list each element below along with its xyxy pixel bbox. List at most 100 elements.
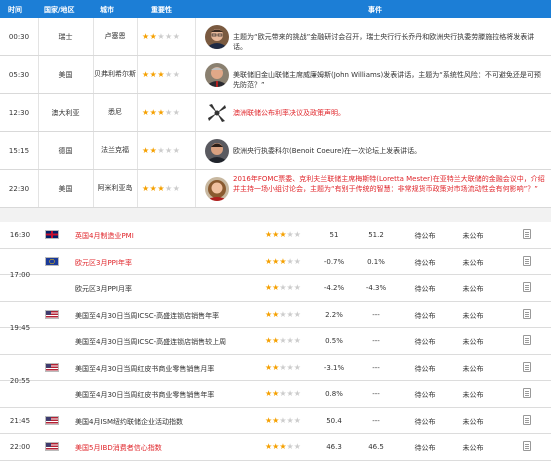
value-actual: 待公布 xyxy=(414,232,436,240)
value-previous: 51 xyxy=(329,231,339,239)
value-actual: 待公布 xyxy=(414,364,436,373)
speech-event-text[interactable]: 主题为“欧元带来的挑战”金融研讨会召开，瑞士央行行长乔丹和欧洲央行执委劳滕施拉格… xyxy=(233,32,547,52)
star-empty-icon: ★ xyxy=(279,309,287,319)
speaker-avatar xyxy=(205,139,229,163)
speech-importance: ★★★★★ xyxy=(137,132,195,169)
star-filled-icon: ★ xyxy=(157,184,166,193)
star-empty-icon: ★ xyxy=(157,146,166,155)
value-impact: 未公布 xyxy=(462,391,484,399)
star-filled-icon: ★ xyxy=(279,442,287,451)
speech-city: 卢塞恩 xyxy=(104,32,126,40)
importance-stars: ★★★★★ xyxy=(265,310,301,319)
detail-document-icon[interactable] xyxy=(523,388,531,398)
indicator-name[interactable]: 美国4月ISM纽约联储企业活动指数 xyxy=(75,417,183,427)
speech-country: 美国 xyxy=(58,70,73,79)
star-filled-icon: ★ xyxy=(142,32,150,41)
value-previous: -3.1% xyxy=(323,363,345,372)
column-divider xyxy=(195,132,196,169)
importance-stars: ★★★★★ xyxy=(265,416,301,425)
speech-event-text[interactable]: 美联储旧金山联储主席威廉姆斯(John Williams)发表讲话，主题为“系统… xyxy=(233,70,547,90)
indicator-name[interactable]: 美国至4月30日当周红皮书商业零售销售月率 xyxy=(75,364,214,374)
speech-time: 05:30 xyxy=(8,70,30,79)
indicator-name[interactable]: 欧元区3月PPI月率 xyxy=(75,284,132,294)
header-country: 国家/地区 xyxy=(44,6,75,14)
value-forecast: --- xyxy=(372,416,380,425)
speech-country: 美国 xyxy=(58,184,73,193)
value-forecast: --- xyxy=(372,363,380,372)
value-impact: 未公布 xyxy=(462,444,484,452)
value-actual: 待公布 xyxy=(414,391,436,399)
indicator-name[interactable]: 美国至4月30日当周ICSC-高盛连锁店销售较上周 xyxy=(75,337,226,347)
value-actual: 待公布 xyxy=(414,285,436,293)
header-time: 时间 xyxy=(8,6,22,14)
star-empty-icon: ★ xyxy=(157,32,166,41)
value-previous: -0.7% xyxy=(323,257,345,266)
speech-importance: ★★★★★ xyxy=(137,170,195,207)
star-empty-icon: ★ xyxy=(279,362,287,372)
speech-row: 05:30 美国 贝弗利希尔斯 ★★★★★ 美联储旧金山联储主席威廉姆斯(John Wi… xyxy=(0,56,551,94)
speech-event-text[interactable]: 2016年FOMC票委、克利夫兰联储主席梅斯特(Loretta Mester)在… xyxy=(233,174,547,194)
star-empty-icon: ★ xyxy=(286,389,294,398)
detail-document-icon[interactable] xyxy=(523,414,531,425)
detail-document-icon[interactable] xyxy=(523,229,531,239)
data-row: 19:45 美国至4月30日当周ICSC-高盛连锁店销售年率 ★★★★★ 2.2% --… xyxy=(0,302,551,332)
star-empty-icon: ★ xyxy=(165,108,173,117)
speech-row: 22:30 美国 阿米利亚岛 ★★★★★ 2016年FOMC票委、克利夫兰联储主席梅斯特… xyxy=(0,170,551,208)
value-impact: 未公布 xyxy=(462,338,484,346)
detail-document-icon[interactable] xyxy=(523,282,531,292)
star-empty-icon: ★ xyxy=(286,362,294,372)
column-divider xyxy=(195,18,196,55)
star-empty-icon: ★ xyxy=(172,32,181,41)
indicator-name[interactable]: 美国至4月30日当周红皮书商业零售销售年率 xyxy=(75,390,214,400)
importance-stars: ★★★★★ xyxy=(265,230,301,239)
header-importance: 重要性 xyxy=(151,6,172,14)
value-previous: 50.4 xyxy=(326,416,342,425)
star-empty-icon: ★ xyxy=(293,336,301,345)
star-empty-icon: ★ xyxy=(286,309,294,319)
speech-time: 00:30 xyxy=(8,32,30,41)
importance-stars: ★★★★★ xyxy=(142,32,180,41)
speech-country: 德国 xyxy=(58,146,73,155)
us-flag-icon xyxy=(45,442,59,451)
speech-event-text[interactable]: 欧洲央行执委科尔(Benoit Coeure)在一次论坛上发表讲话。 xyxy=(233,146,547,156)
rba-logo-icon xyxy=(205,101,229,125)
column-divider xyxy=(195,56,196,93)
value-previous: 0.5% xyxy=(325,337,343,345)
detail-document-icon[interactable] xyxy=(523,308,531,319)
star-empty-icon: ★ xyxy=(293,389,301,398)
data-time: 21:45 xyxy=(9,416,31,425)
data-row: 16:30 英国4月制造业PMI ★★★★★ 51 51.2 待公布 未公布 xyxy=(0,222,551,249)
data-row: 20:55 美国至4月30日当周红皮书商业零售销售月率 ★★★★★ -3.1% --- 待… xyxy=(0,355,551,385)
value-actual: 待公布 xyxy=(414,338,436,346)
data-row: 21:45 美国4月ISM纽约联储企业活动指数 ★★★★★ 50.4 --- 待公布 未公布 xyxy=(0,408,551,434)
indicator-name[interactable]: 美国至4月30日当周ICSC-高盛连锁店销售年率 xyxy=(75,311,219,321)
speech-city: 阿米利亚岛 xyxy=(97,184,133,192)
importance-stars: ★★★★★ xyxy=(265,389,301,398)
speech-country: 瑞士 xyxy=(58,32,73,41)
speech-city: 法兰克福 xyxy=(101,146,129,154)
data-row: 欧元区3月PPI月率 ★★★★★ -4.2% -4.3% 待公布 未公布 xyxy=(0,275,551,302)
indicator-name[interactable]: 英国4月制造业PMI xyxy=(75,231,134,241)
indicator-name[interactable]: 美国5月IBD消费者信心指数 xyxy=(75,443,162,453)
data-time: 16:30 xyxy=(9,231,31,239)
table-header: 时间 国家/地区 城市 重要性 事件 xyxy=(0,0,551,18)
star-empty-icon: ★ xyxy=(286,336,294,345)
value-forecast: --- xyxy=(372,390,380,398)
detail-document-icon[interactable] xyxy=(523,255,531,266)
speech-time: 22:30 xyxy=(8,184,30,193)
us-flag-icon xyxy=(45,415,59,425)
star-filled-icon: ★ xyxy=(142,108,150,117)
star-empty-icon: ★ xyxy=(286,283,294,292)
value-impact: 未公布 xyxy=(462,232,484,240)
speech-city: 贝弗利希尔斯 xyxy=(94,70,136,78)
star-empty-icon: ★ xyxy=(293,230,301,239)
detail-document-icon[interactable] xyxy=(523,441,531,451)
importance-stars: ★★★★★ xyxy=(142,184,180,193)
detail-document-icon[interactable] xyxy=(523,361,531,372)
speech-event-text[interactable]: 澳洲联储公布利率决议及政策声明。 xyxy=(233,108,547,118)
star-empty-icon: ★ xyxy=(293,283,301,292)
detail-document-icon[interactable] xyxy=(523,335,531,345)
value-impact: 未公布 xyxy=(462,285,484,293)
indicator-name[interactable]: 欧元区3月PPI年率 xyxy=(75,258,132,268)
value-actual: 待公布 xyxy=(414,258,436,267)
